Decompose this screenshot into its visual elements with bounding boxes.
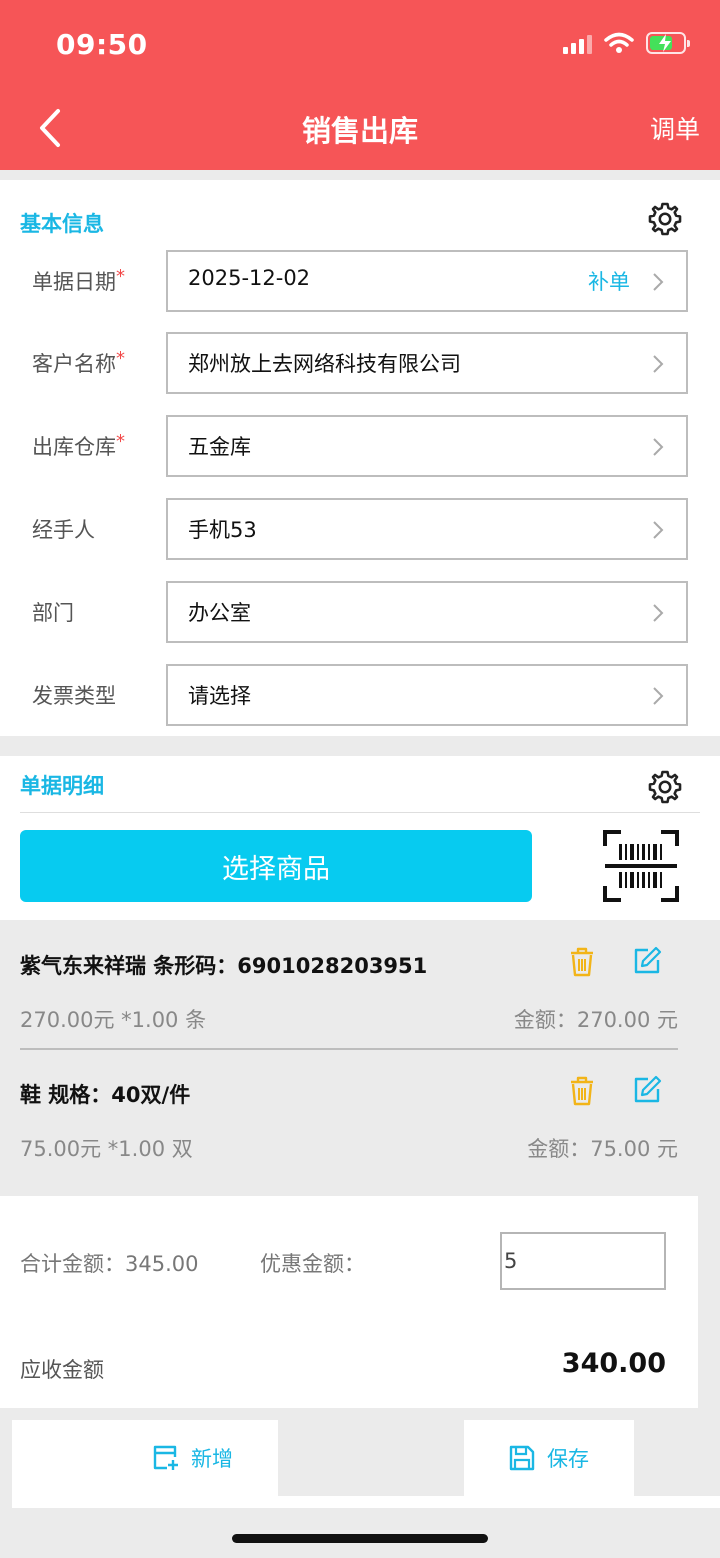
discount-input[interactable] bbox=[500, 1232, 666, 1290]
battery-icon bbox=[646, 32, 690, 54]
status-icons bbox=[563, 32, 690, 54]
customer-name-value: 郑州放上去网络科技有限公司 bbox=[188, 352, 461, 376]
app-header: 09:50 销售出库 调单 bbox=[0, 0, 720, 170]
chevron-right-icon bbox=[653, 355, 664, 373]
total-amount-value: 345.00 bbox=[125, 1252, 199, 1276]
invoice-type-value: 请选择 bbox=[188, 684, 251, 708]
chevron-right-icon bbox=[653, 521, 664, 539]
warehouse-label: 出库仓库* bbox=[32, 431, 125, 459]
bottom-bar-spacer bbox=[278, 1420, 464, 1496]
department-value: 办公室 bbox=[188, 601, 251, 625]
handler-label: 经手人 bbox=[32, 518, 95, 542]
handler-field[interactable]: 手机53 bbox=[166, 498, 688, 560]
bill-date-value: 2025-12-02 bbox=[188, 266, 311, 290]
home-indicator bbox=[232, 1534, 488, 1543]
department-label: 部门 bbox=[32, 601, 74, 625]
supplement-bill-link[interactable]: 补单 bbox=[588, 266, 630, 296]
invoice-type-label: 发票类型 bbox=[32, 684, 116, 708]
bottom-bar-spacer bbox=[12, 1420, 108, 1496]
item-amount: 金额：75.00 元 bbox=[527, 1137, 678, 1161]
summary-section: 合计金额：345.00 优惠金额： 应收金额 340.00 bbox=[0, 1196, 698, 1408]
add-button-label: 新增 bbox=[191, 1447, 233, 1471]
bill-date-label: 单据日期* bbox=[32, 266, 125, 294]
page-title: 销售出库 bbox=[301, 114, 418, 148]
invoice-type-row: 发票类型 请选择 bbox=[0, 664, 720, 726]
chevron-right-icon bbox=[653, 687, 664, 705]
department-row: 部门 办公室 bbox=[0, 581, 720, 643]
save-button-label: 保存 bbox=[547, 1447, 589, 1471]
wifi-icon bbox=[604, 32, 634, 53]
total-amount-label: 合计金额： bbox=[20, 1252, 125, 1276]
warehouse-value: 五金库 bbox=[188, 435, 251, 459]
add-document-icon bbox=[153, 1445, 178, 1470]
item-divider bbox=[20, 1048, 678, 1050]
department-field[interactable]: 办公室 bbox=[166, 581, 688, 643]
chevron-right-icon bbox=[653, 604, 664, 622]
barcode-scan-icon[interactable] bbox=[603, 830, 679, 902]
save-disk-icon bbox=[509, 1445, 535, 1471]
item-title: 紫气东来祥瑞 条形码：6901028203951 bbox=[20, 954, 428, 978]
receivable-value: 340.00 bbox=[561, 1348, 666, 1379]
basic-info-section: 基本信息 单据日期* 2025-12-02 补单 客户名称* 郑州放上去网络科技… bbox=[0, 180, 720, 736]
settings-gear-icon[interactable] bbox=[646, 200, 684, 238]
item-title: 鞋 规格：40双/件 bbox=[20, 1083, 191, 1107]
trash-icon[interactable] bbox=[568, 946, 596, 978]
edit-icon[interactable] bbox=[632, 946, 662, 976]
select-product-button[interactable]: 选择商品 bbox=[20, 830, 532, 902]
settings-gear-icon[interactable] bbox=[646, 768, 684, 806]
item-list: 紫气东来祥瑞 条形码：6901028203951 270.00元 *1.00 条… bbox=[0, 920, 720, 1196]
trash-icon[interactable] bbox=[568, 1075, 596, 1107]
item-amount: 金额：270.00 元 bbox=[513, 1008, 678, 1032]
warehouse-field[interactable]: 五金库 bbox=[166, 415, 688, 477]
warehouse-row: 出库仓库* 五金库 bbox=[0, 415, 720, 477]
save-button[interactable]: 保存 bbox=[464, 1420, 634, 1496]
handler-value: 手机53 bbox=[188, 518, 257, 542]
invoice-type-field[interactable]: 请选择 bbox=[166, 664, 688, 726]
handler-row: 经手人 手机53 bbox=[0, 498, 720, 560]
discount-label: 优惠金额： bbox=[260, 1252, 365, 1276]
basic-info-title: 基本信息 bbox=[20, 212, 104, 236]
section-divider bbox=[20, 812, 700, 813]
chevron-right-icon bbox=[653, 438, 664, 456]
adjust-order-button[interactable]: 调单 bbox=[650, 110, 700, 146]
edit-icon[interactable] bbox=[632, 1075, 662, 1105]
total-amount: 合计金额：345.00 bbox=[20, 1248, 198, 1278]
chevron-right-icon bbox=[653, 273, 664, 291]
detail-title: 单据明细 bbox=[20, 774, 104, 798]
customer-name-field[interactable]: 郑州放上去网络科技有限公司 bbox=[166, 332, 688, 394]
customer-name-label: 客户名称* bbox=[32, 348, 125, 376]
customer-name-row: 客户名称* 郑州放上去网络科技有限公司 bbox=[0, 332, 720, 394]
status-time: 09:50 bbox=[56, 28, 148, 61]
add-button[interactable]: 新增 bbox=[108, 1420, 278, 1496]
item-price-qty: 270.00元 *1.00 条 bbox=[20, 1008, 207, 1032]
bill-date-row: 单据日期* 2025-12-02 补单 bbox=[0, 250, 720, 312]
bill-date-field[interactable]: 2025-12-02 补单 bbox=[166, 250, 688, 312]
detail-section: 单据明细 选择商品 bbox=[0, 756, 720, 920]
cellular-signal-icon bbox=[563, 32, 592, 54]
bottom-action-bar: 新增 保存 bbox=[0, 1408, 720, 1558]
receivable-label: 应收金额 bbox=[20, 1358, 104, 1382]
item-price-qty: 75.00元 *1.00 双 bbox=[20, 1137, 193, 1161]
bottom-bar-spacer bbox=[634, 1420, 720, 1496]
